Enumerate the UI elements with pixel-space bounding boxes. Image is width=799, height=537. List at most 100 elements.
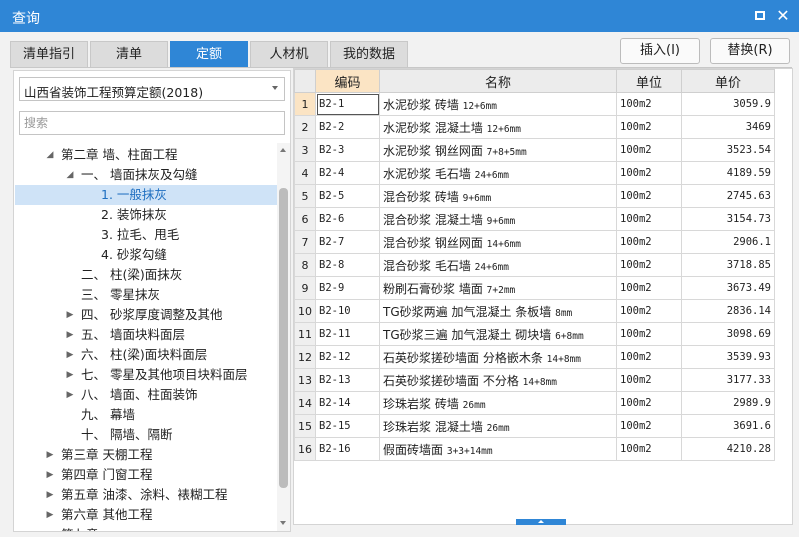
table-row[interactable]: 11 B2-11 TG砂浆三遍 加气混凝土 砌块墙 6+8mm 100m2 3098.6… bbox=[294, 322, 775, 346]
tree-node[interactable]: ▶ 第五章 油漆、涂料、裱糊工程 bbox=[15, 485, 277, 505]
cell-price[interactable]: 3059.9 bbox=[681, 92, 775, 116]
search-input[interactable] bbox=[19, 111, 285, 135]
tab-quota[interactable]: 定额 bbox=[170, 41, 248, 67]
cell-unit[interactable]: 100m2 bbox=[616, 276, 682, 300]
table-row[interactable]: 14 B2-14 珍珠岩浆 砖墙 26mm 100m2 2989.9 bbox=[294, 391, 775, 415]
cell-unit[interactable]: 100m2 bbox=[616, 437, 682, 461]
table-row[interactable]: 12 B2-12 石英砂浆搓砂墙面 分格嵌木条 14+8mm 100m2 3539.93 bbox=[294, 345, 775, 369]
tree-node[interactable]: ▶ 五、 墙面块料面层 bbox=[15, 325, 277, 345]
expand-caret-icon[interactable]: ▶ bbox=[65, 305, 75, 325]
cell-code[interactable]: B2-8 bbox=[315, 253, 380, 277]
table-row[interactable]: 16 B2-16 假面砖墙面 3+3+14mm 100m2 4210.28 bbox=[294, 437, 775, 461]
cell-name[interactable]: TG砂浆三遍 加气混凝土 砌块墙 6+8mm bbox=[379, 322, 617, 346]
expand-caret-icon[interactable]: ▶ bbox=[65, 365, 75, 385]
cell-price[interactable]: 4210.28 bbox=[681, 437, 775, 461]
cell-unit[interactable]: 100m2 bbox=[616, 161, 682, 185]
cell-unit[interactable]: 100m2 bbox=[616, 299, 682, 323]
table-row[interactable]: 7 B2-7 混合砂浆 钢丝网面 14+6mm 100m2 2906.1 bbox=[294, 230, 775, 254]
cell-name[interactable]: 混合砂浆 毛石墙 24+6mm bbox=[379, 253, 617, 277]
column-header-unit[interactable]: 单位 bbox=[616, 69, 682, 93]
tree-node[interactable]: 2. 装饰抹灰 bbox=[15, 205, 277, 225]
cell-unit[interactable]: 100m2 bbox=[616, 230, 682, 254]
expand-caret-icon[interactable]: ▶ bbox=[45, 505, 55, 525]
table-row[interactable]: 1 B2-1 水泥砂浆 砖墙 12+6mm 100m2 3059.9 bbox=[294, 92, 775, 116]
table-row[interactable]: 13 B2-13 石英砂浆搓砂墙面 不分格 14+8mm 100m2 3177.33 bbox=[294, 368, 775, 392]
tree-node[interactable]: 二、 柱(梁)面抹灰 bbox=[15, 265, 277, 285]
tree-node[interactable]: ▶ 七、 零星及其他项目块料面层 bbox=[15, 365, 277, 385]
cell-unit[interactable]: 100m2 bbox=[616, 322, 682, 346]
tree-node[interactable]: 4. 砂浆勾缝 bbox=[15, 245, 277, 265]
insert-button[interactable]: 插入(I) bbox=[620, 38, 700, 64]
table-row[interactable]: 9 B2-9 粉刷石膏砂浆 墙面 7+2mm 100m2 3673.49 bbox=[294, 276, 775, 300]
tree-node[interactable]: ▶ 第三章 天棚工程 bbox=[15, 445, 277, 465]
cell-name[interactable]: 石英砂浆搓砂墙面 不分格 14+8mm bbox=[379, 368, 617, 392]
replace-button[interactable]: 替换(R) bbox=[710, 38, 790, 64]
cell-name[interactable]: 水泥砂浆 砖墙 12+6mm bbox=[379, 92, 617, 116]
tree-node[interactable]: 九、 幕墙 bbox=[15, 405, 277, 425]
tab-list-guide[interactable]: 清单指引 bbox=[10, 41, 88, 67]
cell-code[interactable]: B2-14 bbox=[315, 391, 380, 415]
table-row[interactable]: 4 B2-4 水泥砂浆 毛石墙 24+6mm 100m2 4189.59 bbox=[294, 161, 775, 185]
table-row[interactable]: 10 B2-10 TG砂浆两遍 加气混凝土 条板墙 8mm 100m2 2836.14 bbox=[294, 299, 775, 323]
table-row[interactable]: 2 B2-2 水泥砂浆 混凝土墙 12+6mm 100m2 3469 bbox=[294, 115, 775, 139]
cell-unit[interactable]: 100m2 bbox=[616, 207, 682, 231]
scroll-up-icon[interactable] bbox=[280, 148, 286, 152]
cell-price[interactable]: 3177.33 bbox=[681, 368, 775, 392]
cell-name[interactable]: 混合砂浆 钢丝网面 14+6mm bbox=[379, 230, 617, 254]
expand-caret-icon[interactable]: ▶ bbox=[65, 345, 75, 365]
cell-code[interactable]: B2-6 bbox=[315, 207, 380, 231]
table-row[interactable]: 8 B2-8 混合砂浆 毛石墙 24+6mm 100m2 3718.85 bbox=[294, 253, 775, 277]
tree-node[interactable]: ▶ 八、 墙面、柱面装饰 bbox=[15, 385, 277, 405]
cell-price[interactable]: 2989.9 bbox=[681, 391, 775, 415]
table-row[interactable]: 6 B2-6 混合砂浆 混凝土墙 9+6mm 100m2 3154.73 bbox=[294, 207, 775, 231]
cell-unit[interactable]: 100m2 bbox=[616, 184, 682, 208]
cell-price[interactable]: 3539.93 bbox=[681, 345, 775, 369]
close-icon[interactable]: ✕ bbox=[775, 8, 791, 24]
cell-name[interactable]: 水泥砂浆 钢丝网面 7+8+5mm bbox=[379, 138, 617, 162]
table-row[interactable]: 3 B2-3 水泥砂浆 钢丝网面 7+8+5mm 100m2 3523.54 bbox=[294, 138, 775, 162]
cell-name[interactable]: 假面砖墙面 3+3+14mm bbox=[379, 437, 617, 461]
cell-price[interactable]: 2836.14 bbox=[681, 299, 775, 323]
quota-library-select[interactable]: 山西省装饰工程预算定额(2018) bbox=[19, 77, 285, 101]
cell-name[interactable]: 石英砂浆搓砂墙面 分格嵌木条 14+8mm bbox=[379, 345, 617, 369]
cell-code[interactable]: B2-13 bbox=[315, 368, 380, 392]
tree-node[interactable]: ◢ 一、 墙面抹灰及勾缝 bbox=[15, 165, 277, 185]
cell-unit[interactable]: 100m2 bbox=[616, 115, 682, 139]
tab-list[interactable]: 清单 bbox=[90, 41, 168, 67]
cell-price[interactable]: 4189.59 bbox=[681, 161, 775, 185]
table-row[interactable]: 15 B2-15 珍珠岩浆 混凝土墙 26mm 100m2 3691.6 bbox=[294, 414, 775, 438]
cell-code[interactable]: B2-12 bbox=[315, 345, 380, 369]
scroll-down-icon[interactable] bbox=[280, 521, 286, 525]
scroll-thumb[interactable] bbox=[279, 188, 288, 488]
cell-price[interactable]: 2745.63 bbox=[681, 184, 775, 208]
cell-name[interactable]: 珍珠岩浆 砖墙 26mm bbox=[379, 391, 617, 415]
expand-caret-icon[interactable]: ▶ bbox=[45, 485, 55, 505]
tree-node[interactable]: ▶ 第六章 其他工程 bbox=[15, 505, 277, 525]
cell-code[interactable]: B2-2 bbox=[315, 115, 380, 139]
cell-name[interactable]: TG砂浆两遍 加气混凝土 条板墙 8mm bbox=[379, 299, 617, 323]
expand-caret-icon[interactable]: ▶ bbox=[45, 525, 55, 531]
cell-code[interactable]: B2-11 bbox=[315, 322, 380, 346]
cell-name[interactable]: 珍珠岩浆 混凝土墙 26mm bbox=[379, 414, 617, 438]
cell-code[interactable]: B2-7 bbox=[315, 230, 380, 254]
tree-node[interactable]: ▶ 六、 柱(梁)面块料面层 bbox=[15, 345, 277, 365]
collapse-caret-icon[interactable]: ◢ bbox=[45, 145, 55, 165]
cell-name[interactable]: 混合砂浆 混凝土墙 9+6mm bbox=[379, 207, 617, 231]
tree-node[interactable]: ▶ 第七章 ... bbox=[15, 525, 277, 531]
cell-code[interactable]: B2-15 bbox=[315, 414, 380, 438]
expand-caret-icon[interactable]: ▶ bbox=[65, 385, 75, 405]
table-row[interactable]: 5 B2-5 混合砂浆 砖墙 9+6mm 100m2 2745.63 bbox=[294, 184, 775, 208]
tab-labor-material-machine[interactable]: 人材机 bbox=[250, 41, 328, 67]
cell-price[interactable]: 3154.73 bbox=[681, 207, 775, 231]
cell-code[interactable]: B2-16 bbox=[315, 437, 380, 461]
cell-code[interactable]: B2-9 bbox=[315, 276, 380, 300]
cell-code[interactable]: B2-5 bbox=[315, 184, 380, 208]
tree-node[interactable]: 1. 一般抹灰 bbox=[15, 185, 277, 205]
cell-unit[interactable]: 100m2 bbox=[616, 414, 682, 438]
tree-node[interactable]: ◢ 第二章 墙、柱面工程 bbox=[15, 145, 277, 165]
cell-unit[interactable]: 100m2 bbox=[616, 253, 682, 277]
tree-node[interactable]: 三、 零星抹灰 bbox=[15, 285, 277, 305]
cell-name[interactable]: 混合砂浆 砖墙 9+6mm bbox=[379, 184, 617, 208]
cell-unit[interactable]: 100m2 bbox=[616, 92, 682, 116]
cell-unit[interactable]: 100m2 bbox=[616, 391, 682, 415]
